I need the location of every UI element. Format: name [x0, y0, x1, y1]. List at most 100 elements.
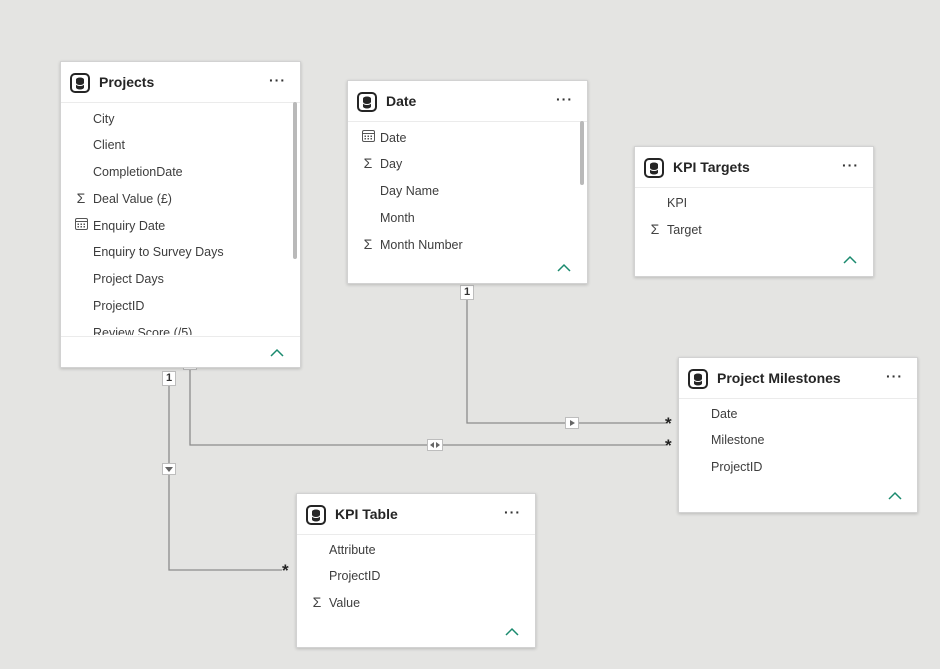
field-item[interactable]: Month	[348, 206, 587, 232]
field-label: Milestone	[711, 433, 765, 447]
more-options-button[interactable]: ···	[269, 72, 286, 88]
field-item[interactable]: Date	[679, 402, 917, 428]
sigma-icon: Σ	[363, 236, 373, 252]
cardinality-one-projects: 1	[162, 371, 176, 386]
table-card-project-milestones[interactable]: Project Milestones ··· Date Milestone Pr…	[678, 357, 918, 513]
field-list[interactable]: Attribute ProjectID Σ Value	[297, 535, 535, 621]
field-label: ProjectID	[93, 299, 145, 313]
field-item[interactable]: Project Days	[61, 267, 300, 293]
table-icon	[644, 158, 664, 178]
field-label: Review Score (/5)	[93, 326, 193, 335]
cardinality-one-date: 1	[460, 285, 474, 300]
sigma-icon: Σ	[650, 221, 660, 237]
table-title: KPI Table	[335, 506, 398, 522]
cardinality-many-kpitable: *	[282, 561, 289, 580]
calendar-icon	[74, 218, 88, 232]
table-card-kpi-table[interactable]: KPI Table ··· Attribute ProjectID Σ Value	[296, 493, 536, 648]
field-item[interactable]: ProjectID	[297, 564, 535, 590]
field-label: CompletionDate	[93, 165, 183, 179]
field-item[interactable]: Σ Value	[297, 591, 535, 617]
field-label: ProjectID	[329, 569, 381, 583]
table-card-projects[interactable]: Projects ··· City Client CompletionDate …	[60, 61, 301, 368]
field-item[interactable]: Attribute	[297, 538, 535, 564]
table-header[interactable]: KPI Table ···	[297, 494, 535, 535]
more-options-button[interactable]: ···	[842, 157, 859, 173]
field-label: Day	[380, 157, 403, 171]
field-item[interactable]: Date	[348, 126, 587, 152]
chevron-up-icon[interactable]	[557, 263, 571, 273]
field-item[interactable]: ProjectID	[61, 294, 300, 320]
model-canvas[interactable]: 1 * * 1 * Projects ··· City Client Compl…	[0, 0, 940, 669]
filter-direction-single-icon[interactable]	[565, 417, 579, 429]
field-label: Enquiry Date	[93, 219, 166, 233]
field-label: Client	[93, 138, 125, 152]
field-list[interactable]: City Client CompletionDate Σ Deal Value (…	[61, 103, 300, 335]
divider	[61, 336, 300, 337]
chevron-up-icon[interactable]	[843, 255, 857, 265]
field-list[interactable]: Date Σ Day Day Name Month Σ Month Number	[348, 122, 587, 257]
more-options-button[interactable]: ···	[886, 368, 903, 384]
field-item[interactable]: Enquiry to Survey Days	[61, 240, 300, 266]
more-options-button[interactable]: ···	[504, 504, 521, 520]
field-item[interactable]: Milestone	[679, 428, 917, 454]
table-title: Date	[386, 93, 417, 109]
chevron-up-icon[interactable]	[888, 491, 902, 501]
cardinality-many-milestones-date: *	[665, 414, 672, 433]
relationship-line-projects-kpitable	[168, 384, 282, 571]
field-label: Date	[380, 131, 407, 145]
field-label: Target	[667, 223, 702, 237]
table-title: KPI Targets	[673, 159, 750, 175]
field-item[interactable]: Review Score (/5)	[61, 321, 300, 335]
relationship-line-projects-milestones	[189, 368, 666, 446]
sigma-icon: Σ	[312, 594, 322, 610]
field-item[interactable]: ProjectID	[679, 455, 917, 481]
table-icon	[306, 505, 326, 525]
table-icon	[357, 92, 377, 112]
field-item[interactable]: Enquiry Date	[61, 214, 300, 240]
field-item[interactable]: CompletionDate	[61, 160, 300, 186]
field-label: Deal Value (£)	[93, 192, 172, 206]
field-list[interactable]: KPI Σ Target	[635, 188, 873, 248]
field-label: Month	[380, 211, 415, 225]
filter-direction-both-icon[interactable]	[427, 439, 443, 451]
field-item[interactable]: Client	[61, 133, 300, 159]
scrollbar[interactable]	[580, 121, 584, 185]
table-icon	[688, 369, 708, 389]
field-label: Day Name	[380, 184, 440, 198]
field-item[interactable]: Σ Day	[348, 152, 587, 178]
relationship-line-date-milestones	[466, 298, 666, 424]
field-item[interactable]: Σ Deal Value (£)	[61, 187, 300, 213]
field-item[interactable]: Σ Target	[635, 218, 873, 244]
chevron-up-icon[interactable]	[505, 627, 519, 637]
table-card-date[interactable]: Date ··· Date Σ Day Day Name Month Σ Month…	[347, 80, 588, 284]
field-label: ProjectID	[711, 460, 763, 474]
field-item[interactable]: Σ Month Number	[348, 233, 587, 257]
chevron-up-icon[interactable]	[270, 348, 284, 358]
field-label: KPI	[667, 196, 688, 210]
field-list[interactable]: Date Milestone ProjectID	[679, 399, 917, 485]
field-label: Attribute	[329, 543, 376, 557]
table-title: Project Milestones	[717, 370, 841, 386]
table-title: Projects	[99, 74, 155, 90]
field-label: Project Days	[93, 272, 164, 286]
field-item[interactable]: KPI	[635, 191, 873, 217]
table-card-kpi-targets[interactable]: KPI Targets ··· KPI Σ Target	[634, 146, 874, 277]
field-label: City	[93, 112, 115, 126]
calendar-icon	[361, 130, 375, 144]
table-header[interactable]: Date ···	[348, 81, 587, 122]
sigma-icon: Σ	[363, 155, 373, 171]
table-header[interactable]: KPI Targets ···	[635, 147, 873, 188]
more-options-button[interactable]: ···	[556, 91, 573, 107]
cardinality-many-milestones-projects: *	[665, 436, 672, 455]
table-icon	[70, 73, 90, 93]
field-label: Enquiry to Survey Days	[93, 245, 224, 259]
field-label: Month Number	[380, 238, 463, 252]
field-item[interactable]: City	[61, 107, 300, 133]
table-header[interactable]: Project Milestones ···	[679, 358, 917, 399]
filter-direction-down-icon[interactable]	[162, 463, 176, 475]
sigma-icon: Σ	[76, 190, 86, 206]
table-header[interactable]: Projects ···	[61, 62, 300, 103]
field-item[interactable]: Day Name	[348, 179, 587, 205]
scrollbar[interactable]	[293, 102, 297, 259]
field-label: Value	[329, 596, 361, 610]
